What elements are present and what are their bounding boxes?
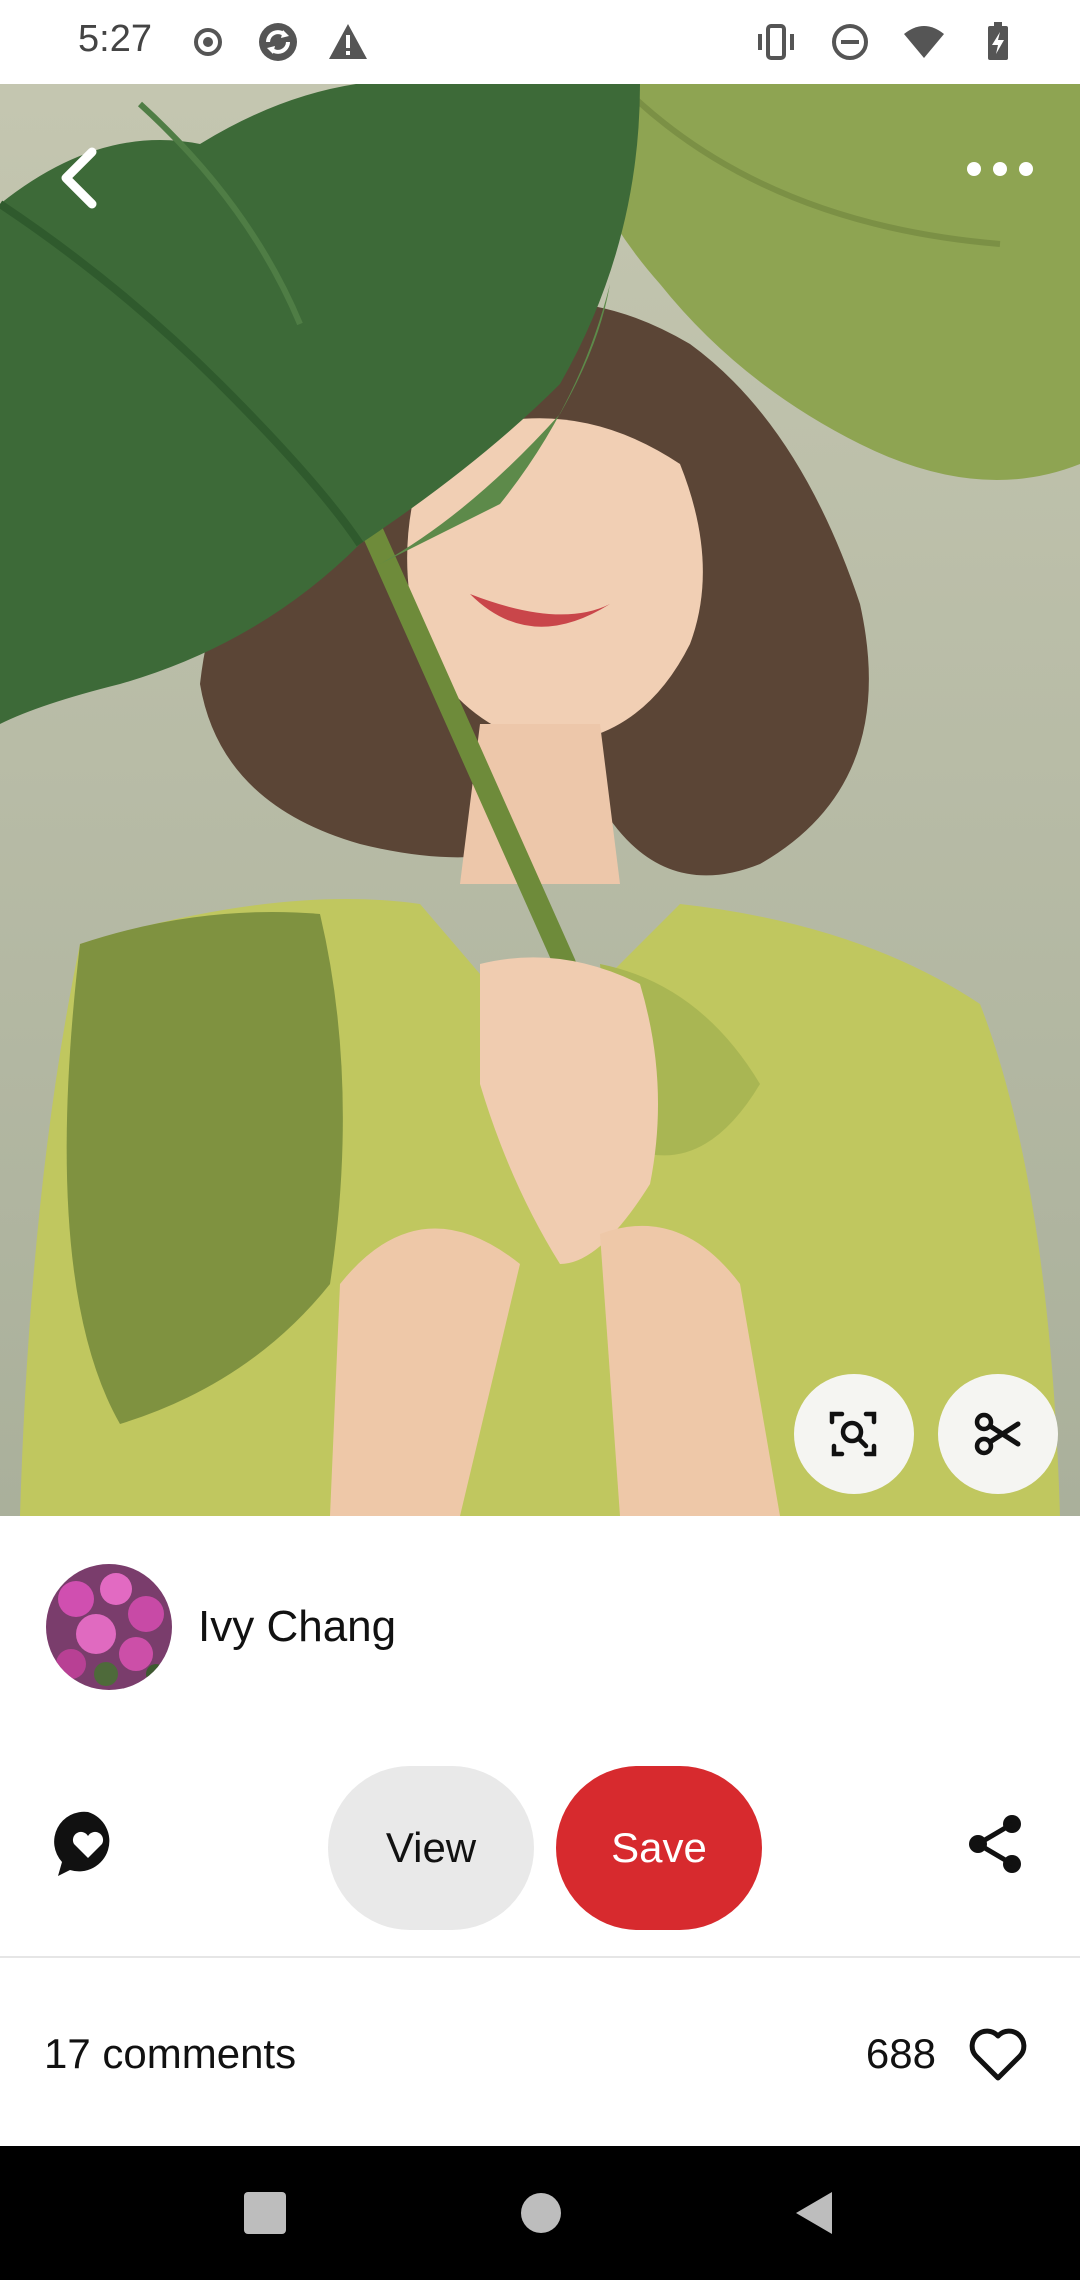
status-left-icons [186, 20, 370, 64]
scissors-icon [974, 1412, 1021, 1456]
status-right-icons [754, 20, 1020, 64]
battery-charging-icon [988, 22, 1008, 60]
home-circle-icon[interactable] [516, 2188, 566, 2238]
comments-count[interactable]: 17 comments [44, 2030, 296, 2078]
actions-row: View Save [0, 1732, 1080, 1956]
creator-row[interactable]: Ivy Chang [0, 1516, 1080, 1732]
status-time: 5:27 [78, 18, 152, 60]
creator-name[interactable]: Ivy Chang [198, 1602, 396, 1652]
wifi-icon [904, 26, 944, 58]
back-triangle-icon[interactable] [790, 2188, 840, 2238]
avatar[interactable] [46, 1564, 172, 1690]
share-icon[interactable] [964, 1812, 1028, 1876]
status-bar: 5:27 [0, 0, 1080, 84]
recents-square-icon[interactable] [240, 2188, 290, 2238]
record-icon [194, 28, 222, 56]
more-dots-icon[interactable] [960, 144, 1040, 194]
sync-icon [259, 23, 297, 61]
orchid-photo [46, 1564, 172, 1690]
likes-count: 688 [865, 2030, 936, 2077]
back-arrow-icon[interactable] [42, 140, 118, 216]
do-not-disturb-icon [832, 24, 868, 60]
warning-icon [329, 24, 367, 59]
cutout-button[interactable] [938, 1374, 1058, 1494]
visual-search-icon [829, 1411, 877, 1457]
save-button[interactable]: Save [556, 1766, 762, 1930]
comment-heart-icon[interactable] [52, 1808, 124, 1880]
engagement-row: 17 comments 688 [0, 1958, 1080, 2146]
system-nav-bar [0, 2146, 1080, 2280]
pin-artwork [0, 84, 1080, 1516]
visual-search-button[interactable] [794, 1374, 914, 1494]
heart-outline-icon[interactable] [968, 2026, 1028, 2082]
view-button[interactable]: View [328, 1766, 534, 1930]
pin-image[interactable] [0, 84, 1080, 1516]
vibrate-icon [758, 24, 794, 60]
